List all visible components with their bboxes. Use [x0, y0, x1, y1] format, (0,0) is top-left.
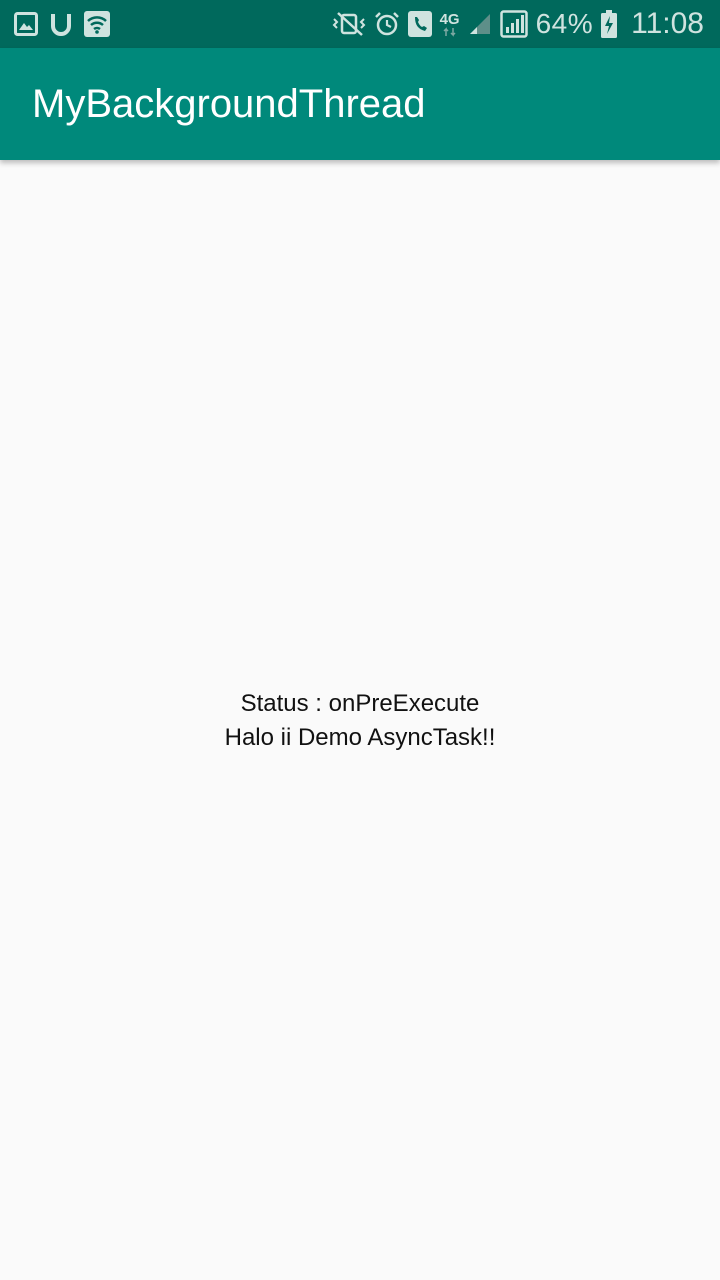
app-title: MyBackgroundThread [32, 82, 426, 126]
network-type-label: 4G [439, 10, 460, 28]
signal-weak-icon [468, 10, 492, 38]
main-content: Status : onPreExecute Halo ii Demo Async… [0, 160, 720, 1280]
status-bar-right: 4G 64% 11:08 [332, 6, 704, 42]
signal-full-icon [499, 10, 528, 38]
alarm-icon [374, 10, 400, 38]
vibrate-icon [332, 10, 366, 38]
status-line: Status : onPreExecute [240, 690, 480, 717]
app-bar: MyBackgroundThread [0, 48, 720, 160]
screen: 4G 64% 11:08 MyBackgroundThread Status:… [0, 0, 720, 1280]
status-bar-left [14, 10, 110, 38]
gallery-icon [14, 10, 38, 38]
u-app-icon [50, 10, 72, 38]
call-icon [407, 10, 432, 38]
battery-percent: 64% [535, 8, 594, 39]
network-4g-icon: 4G [440, 10, 460, 38]
message-line: Halo ii Demo AsyncTask!! [224, 724, 496, 751]
status-time: 11:08 [631, 7, 704, 40]
status-bar: 4G 64% 11:08 [0, 0, 720, 48]
battery-charging-icon [601, 10, 618, 38]
status-text-block: Status : onPreExecute Halo ii Demo Async… [0, 687, 720, 755]
wifi-icon [84, 10, 110, 38]
